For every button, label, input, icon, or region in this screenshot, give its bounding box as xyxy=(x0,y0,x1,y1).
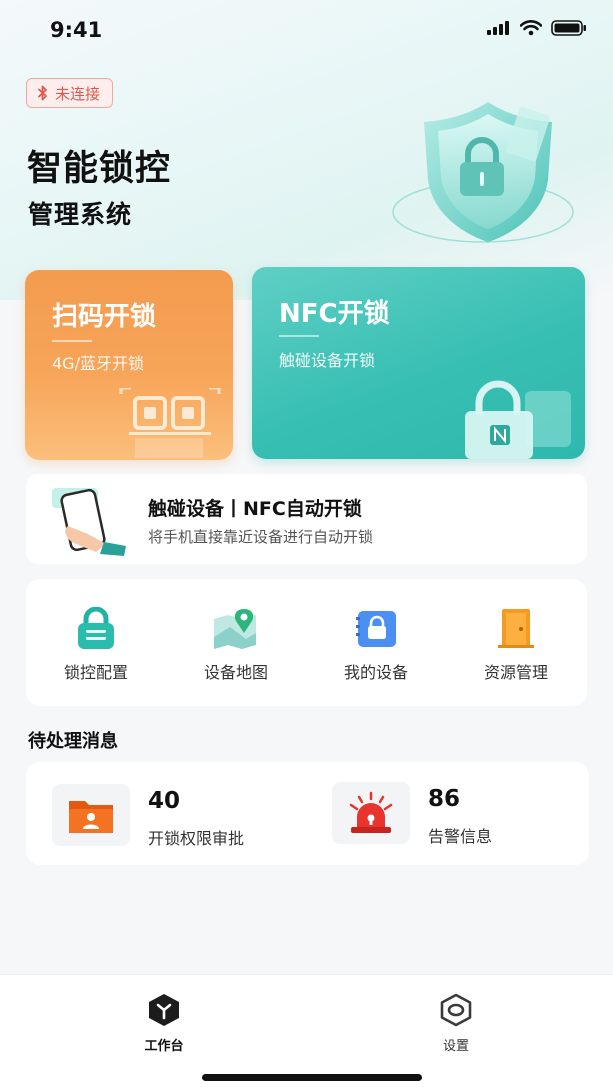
tab-workbench-label: 工作台 xyxy=(144,1039,184,1054)
device-map-icon xyxy=(214,609,256,649)
bluetooth-status-label: 未连接 xyxy=(55,84,101,103)
alarm-count: 86 xyxy=(428,786,461,812)
resource-icon xyxy=(498,609,534,648)
bluetooth-status-badge[interactable]: 未连接 xyxy=(26,78,114,108)
quick-action-label: 资源管理 xyxy=(483,663,548,682)
nfc-banner-title: 触碰设备丨NFC自动开锁 xyxy=(148,498,362,520)
card-divider xyxy=(279,335,319,337)
bluetooth-icon xyxy=(38,85,47,101)
status-bar: 9:41 xyxy=(0,0,613,60)
pending-icon-box xyxy=(332,782,410,844)
bottom-tab-bar: 工作台 设置 xyxy=(0,974,613,1090)
nfc-auto-unlock-banner[interactable]: 触碰设备丨NFC自动开锁 将手机直接靠近设备进行自动开锁 xyxy=(26,474,587,564)
settings-icon xyxy=(440,993,472,1027)
pending-item-approval[interactable]: 40 开锁权限审批 xyxy=(26,762,306,865)
tab-workbench[interactable]: 工作台 xyxy=(104,993,224,1054)
tab-settings-label: 设置 xyxy=(442,1039,469,1054)
pending-messages-card: 40 开锁权限审批 86 告警信息 xyxy=(26,762,589,865)
approval-label: 开锁权限审批 xyxy=(148,829,245,848)
alarm-icon xyxy=(349,791,393,833)
page-subtitle: 管理系统 xyxy=(28,200,133,229)
nfc-unlock-subtitle: 触碰设备开锁 xyxy=(279,351,376,370)
folder-user-icon xyxy=(69,801,113,833)
quick-action-label: 设备地图 xyxy=(203,663,268,682)
quick-action-device-map[interactable]: 设备地图 xyxy=(166,579,306,706)
home-indicator xyxy=(202,1074,422,1081)
quick-action-label: 我的设备 xyxy=(343,663,408,682)
quick-action-label: 锁控配置 xyxy=(63,663,128,682)
nfc-unlock-title: NFC开锁 xyxy=(279,299,390,329)
wifi-icon xyxy=(520,20,542,36)
quick-action-resource[interactable]: 资源管理 xyxy=(446,579,586,706)
pending-icon-box xyxy=(52,784,130,846)
nfc-banner-description: 将手机直接靠近设备进行自动开锁 xyxy=(148,528,374,546)
shield-lock-illustration xyxy=(392,102,574,243)
scan-unlock-title: 扫码开锁 xyxy=(52,302,157,332)
status-icons xyxy=(487,20,587,36)
pending-section-title: 待处理消息 xyxy=(28,731,118,752)
scan-unlock-subtitle: 4G/蓝牙开锁 xyxy=(52,354,144,373)
approval-count: 40 xyxy=(148,788,181,814)
alarm-label: 告警信息 xyxy=(428,827,493,846)
page-title: 智能锁控 xyxy=(27,149,172,189)
scan-unlock-card[interactable]: 扫码开锁 4G/蓝牙开锁 xyxy=(25,270,233,460)
quick-action-my-device[interactable]: 我的设备 xyxy=(306,579,446,706)
quick-actions-grid: 锁控配置 设备地图 我的设备 资源管理 xyxy=(26,579,587,706)
phone-in-hand-icon xyxy=(52,488,126,556)
qr-code-icon xyxy=(119,388,221,458)
battery-icon xyxy=(551,20,586,36)
tab-settings[interactable]: 设置 xyxy=(396,993,516,1054)
card-divider xyxy=(52,340,92,342)
lock-config-icon xyxy=(78,607,114,649)
nfc-unlock-card[interactable]: NFC开锁 触碰设备开锁 xyxy=(252,267,585,459)
workbench-icon xyxy=(149,994,179,1026)
pending-item-alarm[interactable]: 86 告警信息 xyxy=(306,762,589,865)
nfc-lock-icon xyxy=(465,380,571,459)
status-time: 9:41 xyxy=(50,18,103,42)
my-device-icon xyxy=(356,611,396,647)
signal-icon xyxy=(487,21,509,35)
quick-action-lock-config[interactable]: 锁控配置 xyxy=(26,579,166,706)
